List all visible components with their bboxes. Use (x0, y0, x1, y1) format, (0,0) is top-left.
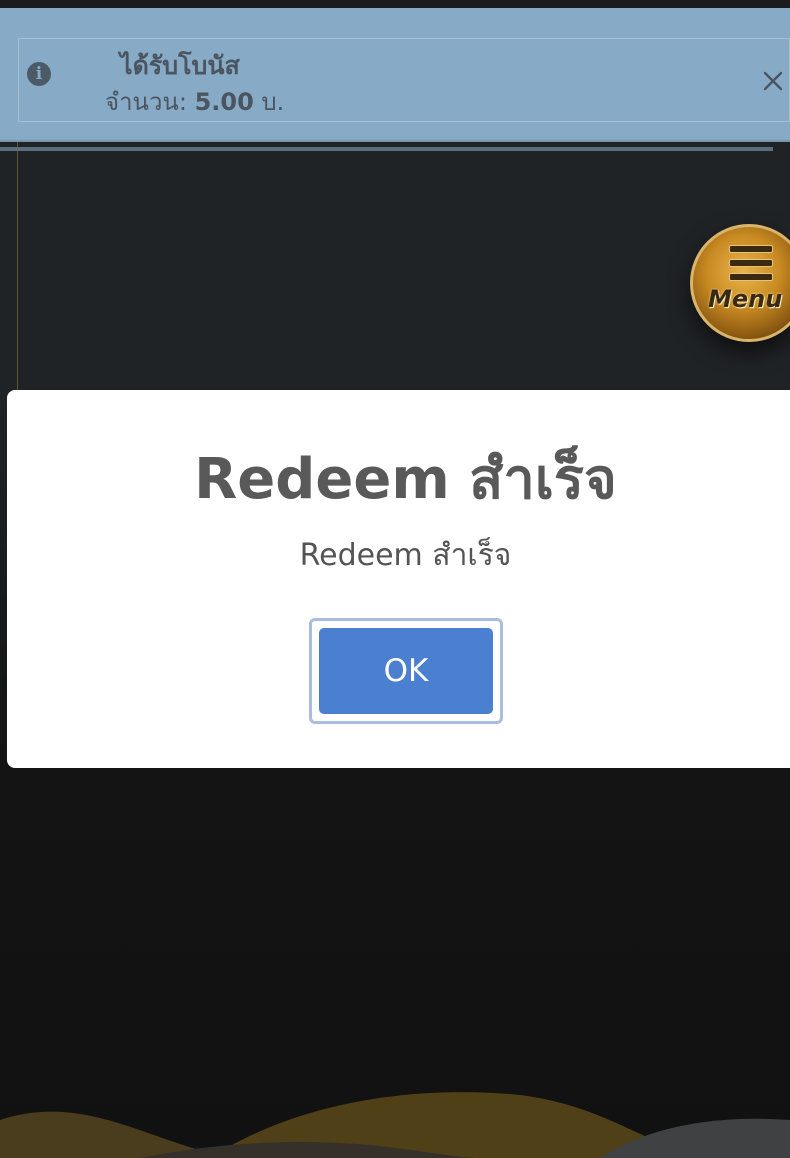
currency-label: บ. (261, 88, 285, 116)
dialog-title: Redeem สำเร็จ (194, 447, 617, 512)
amount-value: 5.00 (194, 88, 254, 116)
frame-border (17, 140, 18, 390)
dialog-message: Redeem สำเร็จ (299, 538, 512, 573)
menu-button[interactable]: Menu (690, 224, 790, 342)
game-page: i ได้รับโบนัส จำนวน: 5.00 บ. Menu Redeem… (0, 0, 790, 1158)
toast-body: จำนวน: 5.00 บ. (105, 82, 284, 121)
close-icon[interactable] (760, 68, 786, 94)
toast-progress-bar (0, 147, 773, 151)
decorative-waves (0, 1092, 790, 1158)
toast-title: ได้รับโบนัส (120, 51, 240, 80)
amount-label: จำนวน: (105, 88, 187, 116)
hamburger-icon (729, 245, 773, 281)
bonus-toast[interactable]: i ได้รับโบนัส จำนวน: 5.00 บ. (0, 8, 790, 151)
success-dialog: Redeem สำเร็จ Redeem สำเร็จ OK (7, 390, 790, 768)
info-icon: i (27, 62, 51, 86)
ok-button-focus-ring: OK (309, 618, 503, 724)
ok-button[interactable]: OK (319, 628, 493, 714)
menu-label: Menu (708, 285, 783, 313)
